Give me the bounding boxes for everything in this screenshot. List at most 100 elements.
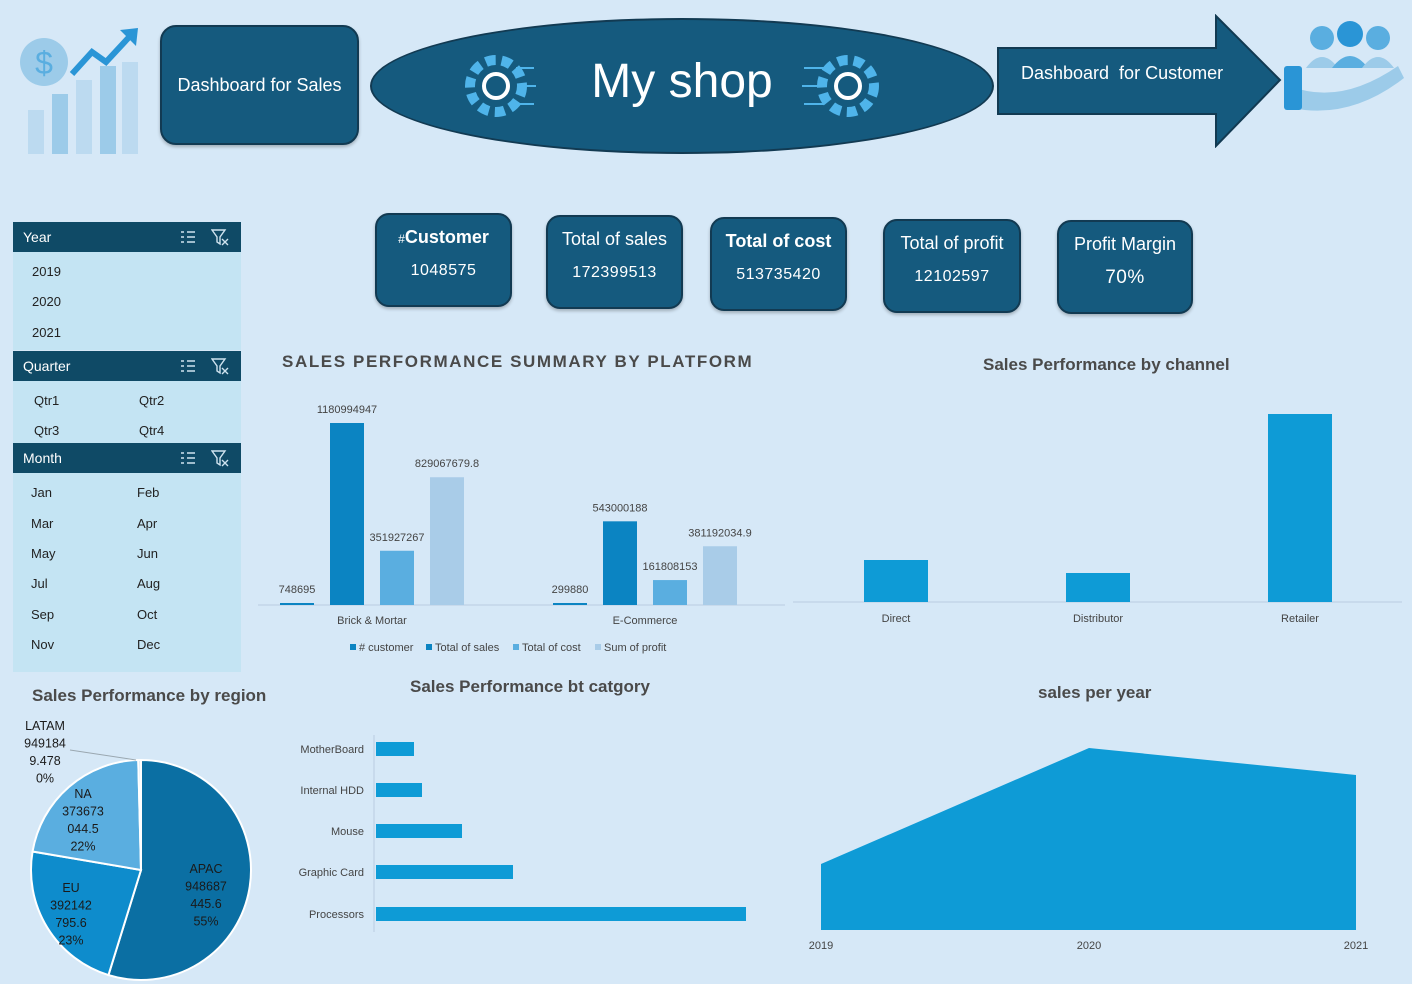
- legend-label: Total of sales: [435, 642, 500, 654]
- year-slicer-title: Year: [23, 229, 52, 245]
- bar: [380, 550, 414, 605]
- clear-filter-icon[interactable]: [211, 449, 229, 467]
- slicer-item-month[interactable]: Oct: [137, 607, 157, 622]
- slicer-item-month[interactable]: Aug: [137, 576, 160, 591]
- multi-select-icon[interactable]: [179, 357, 197, 375]
- quarter-slicer: Quarter Qtr1 Qtr2 Qtr3 Qtr4: [13, 351, 241, 443]
- legend-label: # customer: [359, 642, 414, 654]
- year-slicer: Year 2019 2020 2021: [13, 222, 241, 350]
- data-label: 829067679.8: [415, 458, 479, 470]
- channel-chart-title: Sales Performance by channel: [983, 355, 1230, 374]
- kpi-value: 12102597: [914, 268, 990, 285]
- dashboard-for-customer-label: Dashboard for Customer: [1021, 63, 1224, 83]
- area-series: [821, 748, 1356, 930]
- shop-title-banner: My shop: [370, 18, 994, 154]
- slicer-item-year[interactable]: 2019: [32, 264, 61, 279]
- pie-label: 23%: [58, 934, 83, 948]
- slicer-item-month[interactable]: Mar: [31, 516, 53, 531]
- bar: [864, 560, 928, 602]
- pie-label: 9.478: [29, 754, 60, 768]
- tick-label: Brick & Mortar: [337, 615, 407, 627]
- slicer-item-month[interactable]: Dec: [137, 637, 160, 652]
- tick-label: MotherBoard: [300, 744, 364, 756]
- dashboard-for-sales-label: Dashboard for Sales: [177, 74, 342, 95]
- slicer-item-year[interactable]: 2020: [32, 294, 61, 309]
- pie-label: APAC: [189, 862, 222, 876]
- legend-label: Total of cost: [522, 642, 581, 654]
- kpi-title: #Customer: [377, 227, 510, 248]
- slicer-item-month[interactable]: Apr: [137, 516, 157, 531]
- pie-label: 0%: [36, 772, 54, 786]
- kpi-label: Total of profit: [900, 233, 1004, 253]
- data-label: 1180994947: [317, 404, 377, 416]
- slicer-item-month[interactable]: Feb: [137, 485, 159, 500]
- slicer-item-month[interactable]: Nov: [31, 637, 54, 652]
- legend-swatch: [426, 644, 432, 650]
- tick-label: Retailer: [1281, 613, 1319, 625]
- tick-label: Processors: [309, 909, 365, 921]
- kpi-total-profit: Total of profit 12102597: [883, 219, 1021, 313]
- multi-select-icon[interactable]: [179, 449, 197, 467]
- clear-filter-icon[interactable]: [211, 357, 229, 375]
- pie-slice: [107, 758, 252, 981]
- svg-text:$: $: [35, 45, 53, 81]
- data-label: 351927267: [369, 532, 424, 544]
- kpi-value: 1048575: [410, 262, 477, 279]
- slicer-item-year[interactable]: 2021: [32, 325, 61, 340]
- tick-label: Graphic Card: [299, 867, 364, 879]
- data-label: 543000188: [592, 502, 647, 514]
- multi-select-icon[interactable]: [179, 228, 197, 246]
- gear-icon: [802, 55, 879, 117]
- legend-swatch: [513, 644, 519, 650]
- slicer-item-month[interactable]: Jan: [31, 485, 52, 500]
- customers-hand-icon: [1280, 16, 1406, 112]
- leader-line: [69, 749, 137, 761]
- dashboard-for-customer-button[interactable]: Dashboard for Customer: [996, 14, 1284, 148]
- gear-icon: [465, 55, 536, 117]
- slicer-item-month[interactable]: Jun: [137, 546, 158, 561]
- kpi-value: 70%: [1105, 267, 1145, 288]
- pie-slice: [30, 850, 143, 977]
- data-label: 748695: [279, 584, 316, 596]
- slicer-item-quarter[interactable]: Qtr3: [34, 423, 59, 438]
- tick-label: Internal HDD: [300, 785, 364, 797]
- bar: [376, 907, 746, 921]
- sales-growth-icon: $: [14, 22, 144, 157]
- pie-label: 22%: [70, 840, 95, 854]
- kpi-prefix: #: [398, 232, 405, 246]
- data-label: 161808153: [642, 561, 697, 573]
- slicer-item-quarter[interactable]: Qtr1: [34, 393, 59, 408]
- tick-label: E-Commerce: [613, 615, 678, 627]
- kpi-label: Total of sales: [561, 229, 668, 249]
- quarter-slicer-header: Quarter: [13, 351, 241, 381]
- dashboard-for-sales-button[interactable]: Dashboard for Sales: [160, 25, 359, 145]
- data-label: 299880: [552, 584, 589, 596]
- slicer-item-month[interactable]: Sep: [31, 607, 54, 622]
- slicer-item-quarter[interactable]: Qtr4: [139, 423, 164, 438]
- kpi-label: Customer: [404, 227, 489, 247]
- pie-label: NA: [74, 787, 92, 801]
- pie-label: 795.6: [55, 916, 86, 930]
- month-slicer-header: Month: [13, 443, 241, 473]
- pie-slice: [31, 759, 143, 872]
- kpi-label: Total of cost: [725, 231, 832, 251]
- pie-label: 445.6: [190, 897, 221, 911]
- kpi-total-cost: Total of cost 513735420: [710, 217, 847, 311]
- clear-filter-icon[interactable]: [211, 228, 229, 246]
- tick-label: Direct: [882, 613, 911, 625]
- pie-label: 948687: [185, 880, 227, 894]
- slicer-item-month[interactable]: May: [31, 546, 56, 561]
- kpi-value: 172399513: [572, 264, 657, 281]
- bar: [703, 546, 737, 605]
- bar: [1066, 573, 1130, 602]
- year-slicer-header: Year: [13, 222, 241, 252]
- bar: [376, 824, 462, 838]
- pie-label: LATAM: [25, 719, 65, 733]
- bar: [603, 521, 637, 605]
- slicer-item-month[interactable]: Jul: [31, 576, 48, 591]
- category-chart-title: Sales Performance bt catgory: [410, 677, 650, 696]
- kpi-profit-margin: Profit Margin 70%: [1057, 220, 1193, 314]
- slicer-item-quarter[interactable]: Qtr2: [139, 393, 164, 408]
- kpi-label: Profit Margin: [1073, 234, 1177, 254]
- month-slicer: Month Jan Feb Mar Apr May Jun Jul Aug Se…: [13, 443, 241, 672]
